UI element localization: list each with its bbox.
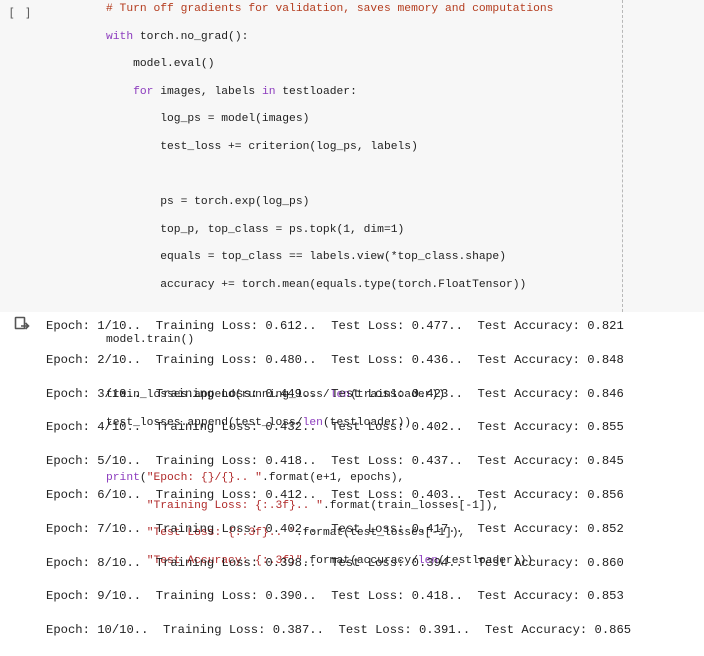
output-arrow-icon[interactable] [14, 316, 30, 332]
code-line: log_ps = model(images) [106, 113, 310, 126]
code-line: equals = top_class == labels.view(*top_c… [106, 251, 506, 264]
output-line: Epoch: 1/10.. Training Loss: 0.612.. Tes… [46, 319, 624, 333]
code-line: ps = torch.exp(log_ps) [106, 196, 310, 209]
output-line: Epoch: 5/10.. Training Loss: 0.418.. Tes… [46, 454, 624, 469]
execution-count[interactable]: [ ] [8, 6, 33, 20]
output-line: Epoch: 8/10.. Training Loss: 0.398.. Tes… [46, 555, 624, 570]
code-cell[interactable]: [ ] # Turn off gradients for validation,… [0, 0, 704, 567]
output-line: Epoch: 7/10.. Training Loss: 0.402.. Tes… [46, 521, 624, 536]
line-length-ruler [622, 0, 623, 312]
output-line: Epoch: 10/10.. Training Loss: 0.387.. Te… [46, 623, 632, 638]
output-line: Epoch: 6/10.. Training Loss: 0.412.. Tes… [46, 487, 624, 502]
cell-output: Epoch: 1/10.. Training Loss: 0.612.. Tes… [46, 318, 631, 656]
code-line: test_loss += criterion(log_ps, labels) [106, 140, 418, 153]
code-line: top_p, top_class = ps.topk(1, dim=1) [106, 223, 405, 236]
output-line: Epoch: 3/10.. Training Loss: 0.449.. Tes… [46, 386, 624, 401]
code-line: for images, labels in testloader: [133, 85, 357, 98]
output-line: Epoch: 2/10.. Training Loss: 0.480.. Tes… [46, 352, 624, 367]
code-line: # Turn off gradients for validation, sav… [106, 3, 554, 15]
output-line: Epoch: 4/10.. Training Loss: 0.432.. Tes… [46, 420, 624, 435]
code-line: with torch.no_grad(): [106, 30, 249, 43]
output-line: Epoch: 9/10.. Training Loss: 0.390.. Tes… [46, 589, 624, 604]
code-line: model.eval() [106, 58, 215, 71]
code-line: accuracy += torch.mean(equals.type(torch… [106, 278, 527, 291]
